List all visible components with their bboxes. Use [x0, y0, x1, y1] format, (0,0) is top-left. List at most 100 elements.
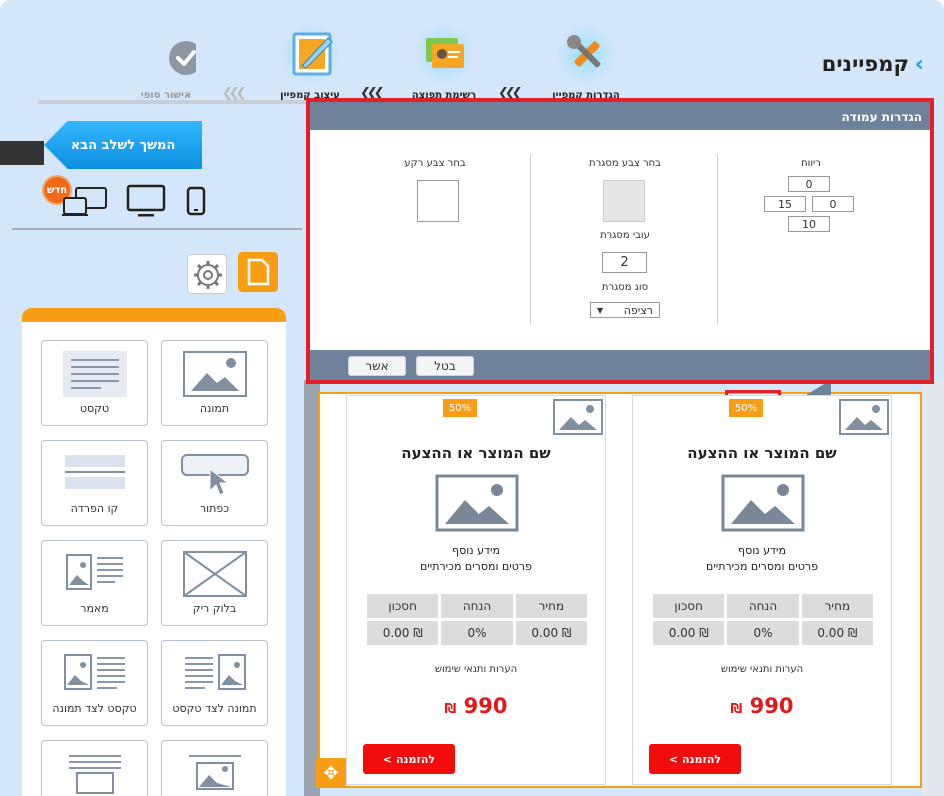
step-final-approval[interactable]: אישור סופי [116, 24, 216, 101]
dropdown-arrow-icon: ▼ [597, 305, 604, 315]
image-beside-text-widget[interactable]: תמונה לצד טקסט [161, 640, 268, 726]
divider-widget[interactable]: קו הפרדה [41, 440, 148, 526]
border-type-label: סוג מסגרת [601, 282, 649, 293]
price-value: 990 [749, 694, 794, 718]
image-placeholder-icon[interactable] [553, 399, 603, 439]
checkmark-icon [136, 24, 203, 84]
table-cell[interactable]: ₪ 0.00 [653, 621, 725, 645]
terms-text[interactable]: הערות ותנאי שימוש [633, 664, 891, 675]
text-title-widget[interactable] [41, 740, 148, 796]
empty-block-widget[interactable]: בלוק ריק [161, 540, 268, 626]
tools-icon [556, 24, 616, 84]
step-campaign-settings[interactable]: הגדרות קמפיין [536, 24, 636, 101]
currency-symbol: ₪ [444, 702, 457, 717]
dialog-title: הגדרות עמודה [310, 102, 930, 130]
widget-label: תמונה לצד טקסט [172, 702, 257, 715]
bg-color-swatch[interactable] [417, 180, 459, 222]
image-title-widget[interactable] [161, 740, 268, 796]
table-cell[interactable]: ₪ 0.00 [515, 621, 587, 645]
separator [717, 154, 718, 324]
widget-label: בלוק ריק [192, 602, 237, 615]
border-color-swatch[interactable] [603, 180, 645, 222]
padding-label: ריווח [801, 158, 821, 169]
border-color-label: בחר צבע מסגרת [589, 158, 661, 169]
step-mailing-list[interactable]: רשימת תפוצה [394, 24, 494, 101]
widget-label: קו הפרדה [70, 502, 119, 515]
table-header: חסכון [367, 594, 439, 618]
ok-button[interactable]: אשר [348, 356, 406, 376]
widget-label: טקסט [79, 402, 110, 415]
table-cell[interactable]: ₪ 0.00 [801, 621, 873, 645]
border-type-value: רציפה [623, 303, 653, 317]
table-header: מחיר [515, 594, 587, 618]
padding-right-input[interactable]: 0 [812, 196, 854, 212]
separator [530, 154, 531, 324]
move-handle-icon[interactable]: ✥ [316, 758, 346, 788]
table-header: מחיר [801, 594, 873, 618]
desktop-icon[interactable] [126, 184, 166, 222]
bg-color-label: בחר צבע רקע [404, 158, 466, 169]
multi-device-icon[interactable] [62, 186, 110, 222]
column-width-badge[interactable]: 50% [443, 399, 477, 417]
table-cell[interactable]: 0% [727, 621, 799, 645]
widget-label: כפתור [199, 502, 230, 515]
product-image-icon[interactable] [721, 474, 805, 536]
gear-icon [194, 261, 222, 289]
padding-top-input[interactable]: 0 [788, 176, 830, 192]
column-width-badge[interactable]: 50% [729, 399, 763, 417]
text-beside-image-widget[interactable]: טקסט לצד תמונה [41, 640, 148, 726]
table-header: חסכון [653, 594, 725, 618]
price[interactable]: 990 ₪ [347, 694, 605, 718]
divider-strip [0, 141, 44, 165]
padding-bottom-input[interactable]: 10 [788, 216, 830, 232]
widget-label: תמונה [199, 402, 230, 415]
terms-text[interactable]: הערות ותנאי שימוש [347, 664, 605, 675]
dialog-footer: בטל אשר [310, 350, 930, 380]
product-title[interactable]: שם המוצר או ההצעה [347, 444, 605, 462]
price-table: מחיר הנחה חסכון ₪ 0.00 0% ₪ 0.00 [650, 591, 876, 648]
cancel-button[interactable]: בטל [416, 356, 474, 376]
widget-label: מאמר [80, 602, 109, 615]
app-window: ›קמפיינים הגדרות קמפיין ❮❮❮ רשימת תפוצה … [0, 0, 944, 796]
article-widget[interactable]: מאמר [41, 540, 148, 626]
column-settings-dialog: הגדרות עמודה ריווח 0 15 0 10 בחר צבע מסג… [306, 98, 934, 384]
border-width-label: עובי מסגרת [600, 230, 650, 241]
button-widget[interactable]: כפתור [161, 440, 268, 526]
price[interactable]: 990 ₪ [633, 694, 891, 718]
padding-left-input[interactable]: 15 [764, 196, 806, 212]
page-title-text: קמפיינים [821, 52, 909, 76]
product-column[interactable]: 50% שם המוצר או ההצעה מידע נוסף פרטים ומסרי… [346, 395, 606, 785]
image-widget[interactable]: תמונה [161, 340, 268, 426]
order-button[interactable]: להזמנה > [363, 744, 455, 774]
text-widget[interactable]: טקסט [41, 340, 148, 426]
table-cell[interactable]: 0% [441, 621, 513, 645]
mobile-icon[interactable] [186, 186, 206, 220]
border-type-select[interactable]: רציפה ▼ [590, 302, 660, 318]
product-info[interactable]: מידע נוסף [633, 544, 891, 557]
image-placeholder-icon[interactable] [839, 399, 889, 439]
settings-tab[interactable] [187, 254, 227, 294]
product-column[interactable]: 50% שם המוצר או ההצעה מידע נוסף פרטים ומסרי… [632, 395, 892, 785]
step-arrows: ❮❮❮ [222, 86, 247, 101]
border-width-input[interactable]: 2 [602, 252, 647, 273]
content-tab[interactable] [238, 252, 278, 292]
table-header: הנחה [441, 594, 513, 618]
product-description[interactable]: פרטים ומסרים מכירתיים [633, 560, 891, 573]
step-campaign-design[interactable]: עיצוב קמפיין [260, 24, 360, 101]
widget-label: טקסט לצד תמונה [52, 702, 137, 715]
separator [12, 228, 302, 230]
editor-right-gutter [922, 380, 944, 796]
progress-track [38, 100, 318, 104]
next-step-button[interactable]: המשך לשלב הבא [44, 121, 202, 169]
order-button[interactable]: להזמנה > [649, 744, 741, 774]
product-description[interactable]: פרטים ומסרים מכירתיים [347, 560, 605, 573]
product-title[interactable]: שם המוצר או ההצעה [633, 444, 891, 462]
product-image-icon[interactable] [435, 474, 519, 536]
chevron-right-icon[interactable]: › [915, 52, 924, 77]
product-info[interactable]: מידע נוסף [347, 544, 605, 557]
contacts-cards-icon [414, 24, 474, 84]
table-cell[interactable]: ₪ 0.00 [367, 621, 439, 645]
price-table: מחיר הנחה חסכון ₪ 0.00 0% ₪ 0.00 [364, 591, 590, 648]
page-title: ›קמפיינים [822, 52, 924, 77]
price-value: 990 [463, 694, 508, 718]
